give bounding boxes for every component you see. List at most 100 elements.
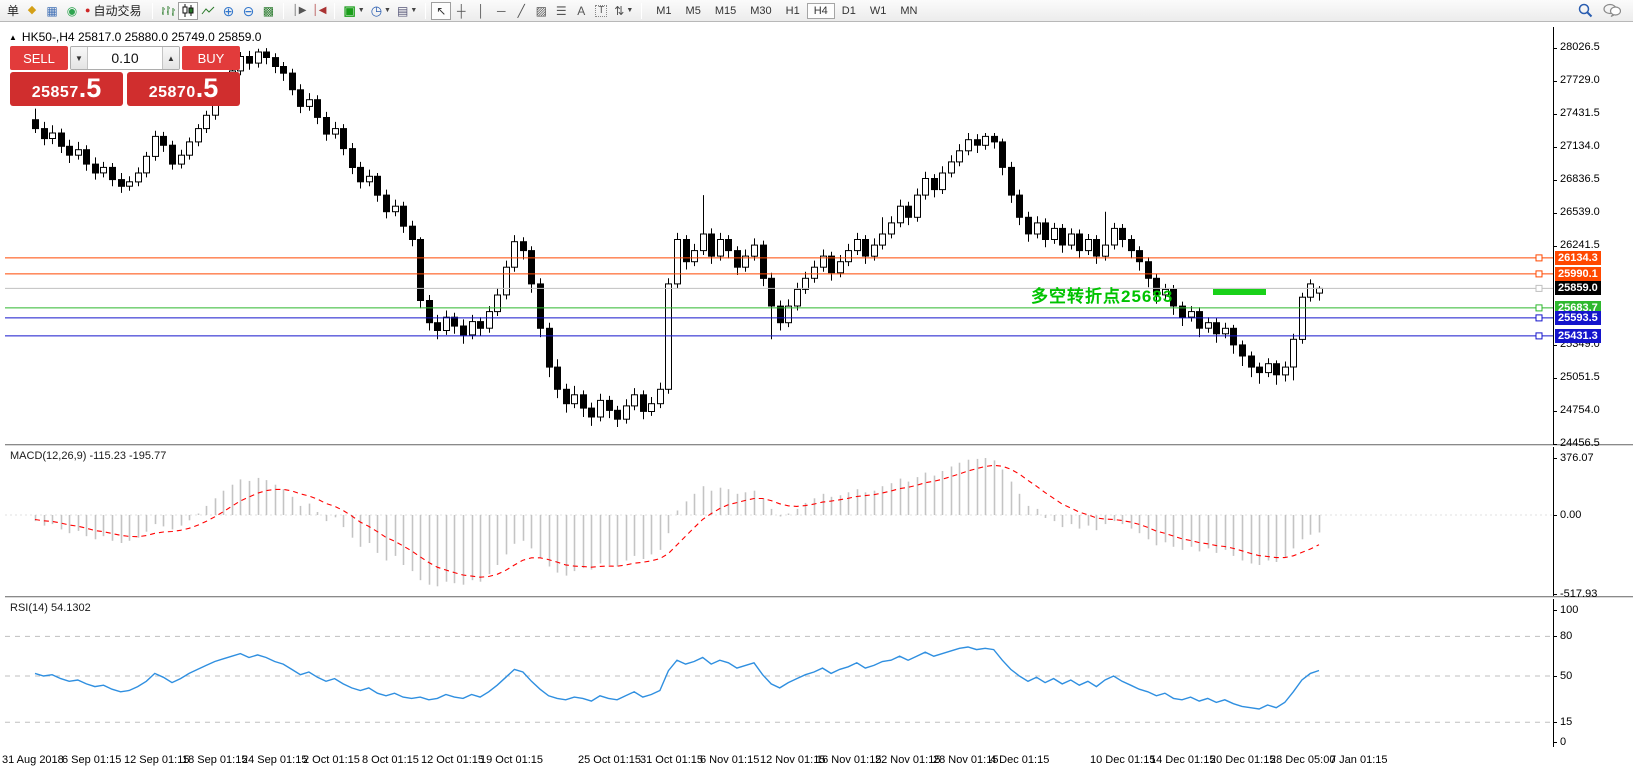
candle-bull bbox=[889, 223, 895, 234]
candle-bull bbox=[872, 245, 878, 256]
fibonacci-button[interactable]: ☰ bbox=[551, 2, 571, 20]
dropdown-caret: ▼ bbox=[410, 7, 417, 14]
fibonacci-icon: ☰ bbox=[556, 5, 567, 17]
text-label-button[interactable]: T bbox=[591, 2, 611, 20]
hline-handle bbox=[1536, 333, 1542, 339]
candlestick-chart-button[interactable] bbox=[178, 2, 198, 20]
macd-label: MACD(12,26,9) -115.23 -195.77 bbox=[10, 450, 166, 462]
cursor-button[interactable]: ↖ bbox=[431, 2, 451, 20]
autoscroll-button[interactable]: │◀ bbox=[309, 2, 329, 20]
price-tick-label: 24754.0 bbox=[1560, 404, 1600, 416]
candle-bear bbox=[315, 100, 321, 118]
vline-button[interactable]: │ bbox=[471, 2, 491, 20]
candle-bull bbox=[752, 245, 758, 256]
candle-bull bbox=[957, 151, 963, 162]
candle-bear bbox=[1000, 142, 1006, 168]
candle-bear bbox=[1197, 312, 1203, 329]
new-order-button[interactable]: 单 bbox=[7, 2, 19, 19]
timeframe-h1[interactable]: H1 bbox=[779, 3, 807, 19]
zoom-out-button[interactable]: ⊖ bbox=[238, 2, 258, 20]
date-label: 7 Jan 01:15 bbox=[1330, 754, 1388, 766]
candle-bear bbox=[478, 322, 484, 329]
bar-chart-button[interactable] bbox=[158, 2, 178, 20]
volume-increase-button[interactable]: ▲ bbox=[162, 47, 179, 69]
candle-bear bbox=[1137, 251, 1143, 262]
line-chart-button[interactable] bbox=[198, 2, 218, 20]
rsi-panel-canvas[interactable] bbox=[5, 599, 1553, 747]
volume-value[interactable]: 0.10 bbox=[88, 47, 162, 69]
chart-shift-icon: │▶ bbox=[292, 6, 306, 16]
candle-bull bbox=[136, 173, 142, 182]
horizontal-line-icon: ─ bbox=[497, 5, 506, 17]
price-tick-label: 26539.0 bbox=[1560, 206, 1600, 218]
text-button[interactable]: A bbox=[571, 2, 591, 20]
date-label: 16 Nov 01:15 bbox=[816, 754, 881, 766]
candle-bear bbox=[1240, 345, 1246, 356]
trendline-button[interactable]: ╱ bbox=[511, 2, 531, 20]
candle-bear bbox=[1146, 262, 1152, 279]
date-label: 28 Dec 05:00 bbox=[1270, 754, 1335, 766]
autotrading-button[interactable]: ● 自动交易 bbox=[82, 2, 147, 20]
buy-price-display[interactable]: 25870.5 bbox=[127, 72, 240, 106]
macd-panel-canvas[interactable] bbox=[5, 447, 1553, 596]
price-tick-label: 26241.5 bbox=[1560, 239, 1600, 251]
price-tick-label: 26836.5 bbox=[1560, 173, 1600, 185]
candle-bear bbox=[1120, 228, 1126, 239]
sell-button[interactable]: SELL bbox=[10, 46, 68, 70]
candle-bear bbox=[709, 234, 715, 256]
candle-bull bbox=[1189, 312, 1195, 318]
timeframe-m30[interactable]: M30 bbox=[743, 3, 778, 19]
candle-bear bbox=[59, 133, 65, 146]
tile-windows-button[interactable]: ▩ bbox=[258, 2, 278, 20]
candle-bear bbox=[1077, 234, 1083, 251]
price-tick-label: 27431.5 bbox=[1560, 107, 1600, 119]
candle-bull bbox=[701, 234, 707, 251]
date-label: 8 Oct 01:15 bbox=[362, 754, 419, 766]
crosshair-button[interactable]: ┼ bbox=[451, 2, 471, 20]
gold-icon[interactable]: ◆ bbox=[22, 2, 42, 20]
candle-bull bbox=[966, 140, 972, 151]
chart-shift-button[interactable]: │▶ bbox=[289, 2, 309, 20]
zoom-in-button[interactable]: ⊕ bbox=[218, 2, 238, 20]
candle-bull bbox=[1103, 245, 1109, 256]
dropdown-caret: ▼ bbox=[358, 7, 365, 14]
search-icon[interactable] bbox=[1578, 3, 1593, 18]
date-label: 31 Oct 01:15 bbox=[640, 754, 703, 766]
signals-button[interactable]: ◉ bbox=[62, 2, 82, 20]
sell-price-dec: .5 bbox=[79, 76, 102, 100]
sell-price-display[interactable]: 25857.5 bbox=[10, 72, 123, 106]
channel-button[interactable]: ▨ bbox=[531, 2, 551, 20]
market-watch-button[interactable]: ▦ bbox=[42, 2, 62, 20]
candle-bull bbox=[838, 262, 844, 273]
price-axis-tick bbox=[1553, 345, 1557, 346]
buy-button[interactable]: BUY bbox=[182, 46, 240, 70]
collapse-triangle-icon[interactable]: ▲ bbox=[9, 33, 17, 42]
annotation-line[interactable] bbox=[1213, 289, 1266, 295]
templates-button[interactable]: ▤▼ bbox=[394, 2, 420, 20]
timeframe-d1[interactable]: D1 bbox=[835, 3, 863, 19]
candle-bear bbox=[298, 90, 304, 107]
candle-bear bbox=[975, 140, 981, 146]
chat-icon[interactable] bbox=[1603, 3, 1621, 17]
timeframe-h4[interactable]: H4 bbox=[807, 3, 835, 19]
timeframe-w1[interactable]: W1 bbox=[863, 3, 894, 19]
timeframe-m15[interactable]: M15 bbox=[708, 3, 743, 19]
timeframe-m5[interactable]: M5 bbox=[679, 3, 708, 19]
hline-button[interactable]: ─ bbox=[491, 2, 511, 20]
price-axis-tick bbox=[1553, 180, 1557, 181]
candle-bull bbox=[1052, 228, 1058, 239]
arrows-button[interactable]: ⇅▼ bbox=[611, 2, 636, 20]
volume-decrease-button[interactable]: ▼ bbox=[71, 47, 88, 69]
timeframe-m1[interactable]: M1 bbox=[649, 3, 678, 19]
tile-windows-icon: ▩ bbox=[263, 5, 274, 17]
candle-bear bbox=[1257, 367, 1263, 373]
new-chart-button[interactable]: ▣▼ bbox=[340, 2, 367, 20]
candle-bear bbox=[529, 251, 535, 284]
candle-bull bbox=[153, 136, 159, 156]
annotation-text[interactable]: 多空转折点25683 bbox=[1031, 282, 1173, 307]
periods-button[interactable]: ◷▼ bbox=[368, 2, 394, 20]
price-axis-line[interactable] bbox=[1553, 27, 1554, 748]
date-label: 6 Nov 01:15 bbox=[700, 754, 759, 766]
candle-bull bbox=[795, 289, 801, 306]
timeframe-mn[interactable]: MN bbox=[893, 3, 924, 19]
